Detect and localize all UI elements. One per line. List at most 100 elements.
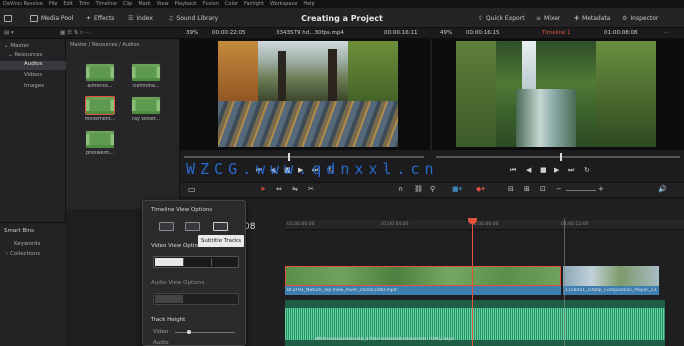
video-view-filmstrip-option[interactable]: [155, 258, 183, 266]
record-playhead[interactable]: [560, 153, 562, 161]
menu-fairlight[interactable]: Fairlight: [244, 1, 264, 7]
metadata-label: Metadata: [582, 15, 611, 22]
dynamic-trim-icon[interactable]: ⇋: [292, 185, 298, 193]
audio-view-option[interactable]: [183, 295, 211, 303]
timeline-toolbar: ▭ ➤ ⇔ ⇋ ✂ ∩ ⛓ ⚲ ■▾ ◆▾ ⊟ ⊞ ⊡ − + 🔊: [180, 182, 684, 198]
metadata-icon: ✚: [574, 15, 580, 22]
timeline-marker-line: [564, 218, 565, 346]
smart-bins-panel: Smart Bins Keywords › Collections: [0, 222, 66, 346]
menu-playback[interactable]: Playback: [175, 1, 197, 7]
pool-clip[interactable]: [131, 63, 161, 82]
video-view-options-title: Video View Options: [151, 243, 205, 249]
audio-view-option[interactable]: [155, 295, 183, 303]
menu-mark[interactable]: Mark: [138, 1, 150, 7]
record-zoom[interactable]: 49%: [440, 30, 452, 36]
video-view-thumbnail-option[interactable]: [183, 258, 211, 266]
bin-audios[interactable]: Audios: [0, 61, 66, 70]
flag-icon[interactable]: ■▾: [452, 185, 462, 193]
zoom-custom-icon[interactable]: ⊡: [540, 185, 546, 193]
timeline-video-clip-selected[interactable]: [285, 266, 561, 286]
timeline-view-options-icon[interactable]: ▭: [188, 185, 196, 194]
metadata-button[interactable]: ✚ Metadata: [574, 13, 610, 24]
rec-go-to-start-icon[interactable]: ⏮: [510, 166, 516, 175]
selection-tool-icon[interactable]: ➤: [260, 185, 266, 193]
menu-edit[interactable]: Edit: [63, 1, 73, 7]
bin-resources[interactable]: ⌄ Resources: [8, 52, 42, 58]
video-clip-1-name: BF2F91_Nature_Top View_River_1920x1080.m…: [287, 288, 397, 293]
snapping-icon[interactable]: ∩: [398, 185, 403, 193]
timeline-name[interactable]: Timeline 1: [542, 30, 571, 36]
bin-list-icon[interactable]: ▤ ▾: [4, 30, 14, 36]
audio-waveform-toggle-button[interactable]: [213, 222, 228, 231]
menu-app[interactable]: DaVinci Resolve: [3, 1, 43, 7]
linked-selection-icon[interactable]: ⛓: [414, 185, 423, 193]
rec-stop-icon[interactable]: ■: [540, 166, 547, 174]
audio-view-option[interactable]: [211, 295, 239, 303]
timeline-ruler[interactable]: 01:00:00:00 01:00:04:00 01:00:08:00 01:0…: [285, 220, 684, 230]
menu-file[interactable]: File: [49, 1, 57, 7]
pool-clip-selected[interactable]: [85, 96, 115, 115]
menu-trim[interactable]: Trim: [79, 1, 90, 7]
ruler-tick-label: 01:00:12:00: [561, 222, 589, 227]
record-video-frame: [456, 41, 656, 147]
pool-breadcrumb: Master / Resources / Audios: [70, 42, 140, 48]
quick-export-button[interactable]: ⇪ Quick Export: [478, 13, 525, 24]
timeline-audio-clip[interactable]: athenaxxsoundsound_a-free-headshot-sound…: [285, 300, 665, 346]
mixer-icon: ≡: [536, 15, 542, 22]
volume-icon[interactable]: 🔊: [658, 185, 667, 193]
smart-bin-collections[interactable]: › Collections: [6, 251, 40, 257]
smart-bin-keywords[interactable]: Keywords: [14, 241, 40, 247]
pool-clip[interactable]: [131, 96, 161, 115]
menu-help[interactable]: Help: [303, 1, 314, 7]
zoom-in-icon[interactable]: +: [598, 185, 604, 193]
record-duration: 00:00:16:15: [466, 30, 500, 36]
menu-clip[interactable]: Clip: [123, 1, 132, 7]
zoom-out-icon[interactable]: −: [556, 185, 562, 193]
menu-timeline[interactable]: Timeline: [96, 1, 117, 7]
pool-clip[interactable]: [85, 63, 115, 82]
subtitle-tracks-button[interactable]: [185, 222, 200, 231]
ruler-tick-label: 01:00:00:00: [287, 222, 315, 227]
pool-view-icons[interactable]: ▦ ☰ ⇅ ⌕ ···: [60, 30, 90, 37]
video-height-slider-thumb[interactable]: [187, 330, 191, 334]
more-options-icon[interactable]: ···: [664, 30, 669, 36]
source-viewer[interactable]: [180, 39, 430, 150]
pool-clip-label: movement...: [84, 117, 116, 122]
audio-waveform: [285, 308, 665, 340]
trim-tool-icon[interactable]: ⇔: [276, 185, 282, 193]
blade-tool-icon[interactable]: ✂: [308, 185, 314, 193]
source-timecode: 00:00:16:11: [384, 30, 418, 36]
rec-play-icon[interactable]: ▶: [554, 166, 559, 174]
source-clip-name[interactable]: 3343579 hd...30fps.mp4: [276, 30, 344, 36]
record-scrubber[interactable]: [436, 156, 680, 158]
menu-workspace[interactable]: Workspace: [270, 1, 297, 7]
mixer-button[interactable]: ≡ Mixer: [536, 13, 560, 24]
record-viewer[interactable]: [432, 39, 684, 150]
position-lock-icon[interactable]: ⚲: [430, 185, 435, 193]
inspector-button[interactable]: ⚙ Inspector: [622, 13, 658, 24]
video-view-simple-option[interactable]: [211, 258, 239, 266]
timeline-video-clip[interactable]: [563, 266, 659, 286]
menu-bar: DaVinci Resolve File Edit Trim Timeline …: [0, 0, 684, 8]
timeline-playhead[interactable]: [472, 218, 473, 346]
source-scrubber[interactable]: [184, 156, 424, 158]
bin-images[interactable]: Images: [24, 83, 44, 89]
zoom-detail-icon[interactable]: ⊞: [524, 185, 530, 193]
bin-master[interactable]: ⌄ Master: [4, 43, 29, 49]
rec-go-to-end-icon[interactable]: ⏭: [568, 166, 574, 175]
pool-clip[interactable]: [85, 130, 115, 149]
rec-loop-icon[interactable]: ↻: [584, 166, 590, 174]
rec-play-reverse-icon[interactable]: ◀: [526, 166, 531, 174]
video-height-slider[interactable]: [175, 332, 235, 333]
source-zoom[interactable]: 39%: [186, 30, 198, 36]
zoom-slider[interactable]: [566, 190, 596, 191]
timeline-view-options-popup: Timeline View Options Video View Options…: [142, 200, 246, 346]
menu-fusion[interactable]: Fusion: [203, 1, 219, 7]
stacked-timelines-button[interactable]: [159, 222, 174, 231]
marker-icon[interactable]: ◆▾: [476, 185, 485, 193]
bin-videos[interactable]: Videos: [24, 72, 42, 78]
zoom-full-icon[interactable]: ⊟: [508, 185, 514, 193]
video-view-segmented: [153, 256, 239, 268]
menu-color[interactable]: Color: [225, 1, 238, 7]
menu-view[interactable]: View: [157, 1, 169, 7]
